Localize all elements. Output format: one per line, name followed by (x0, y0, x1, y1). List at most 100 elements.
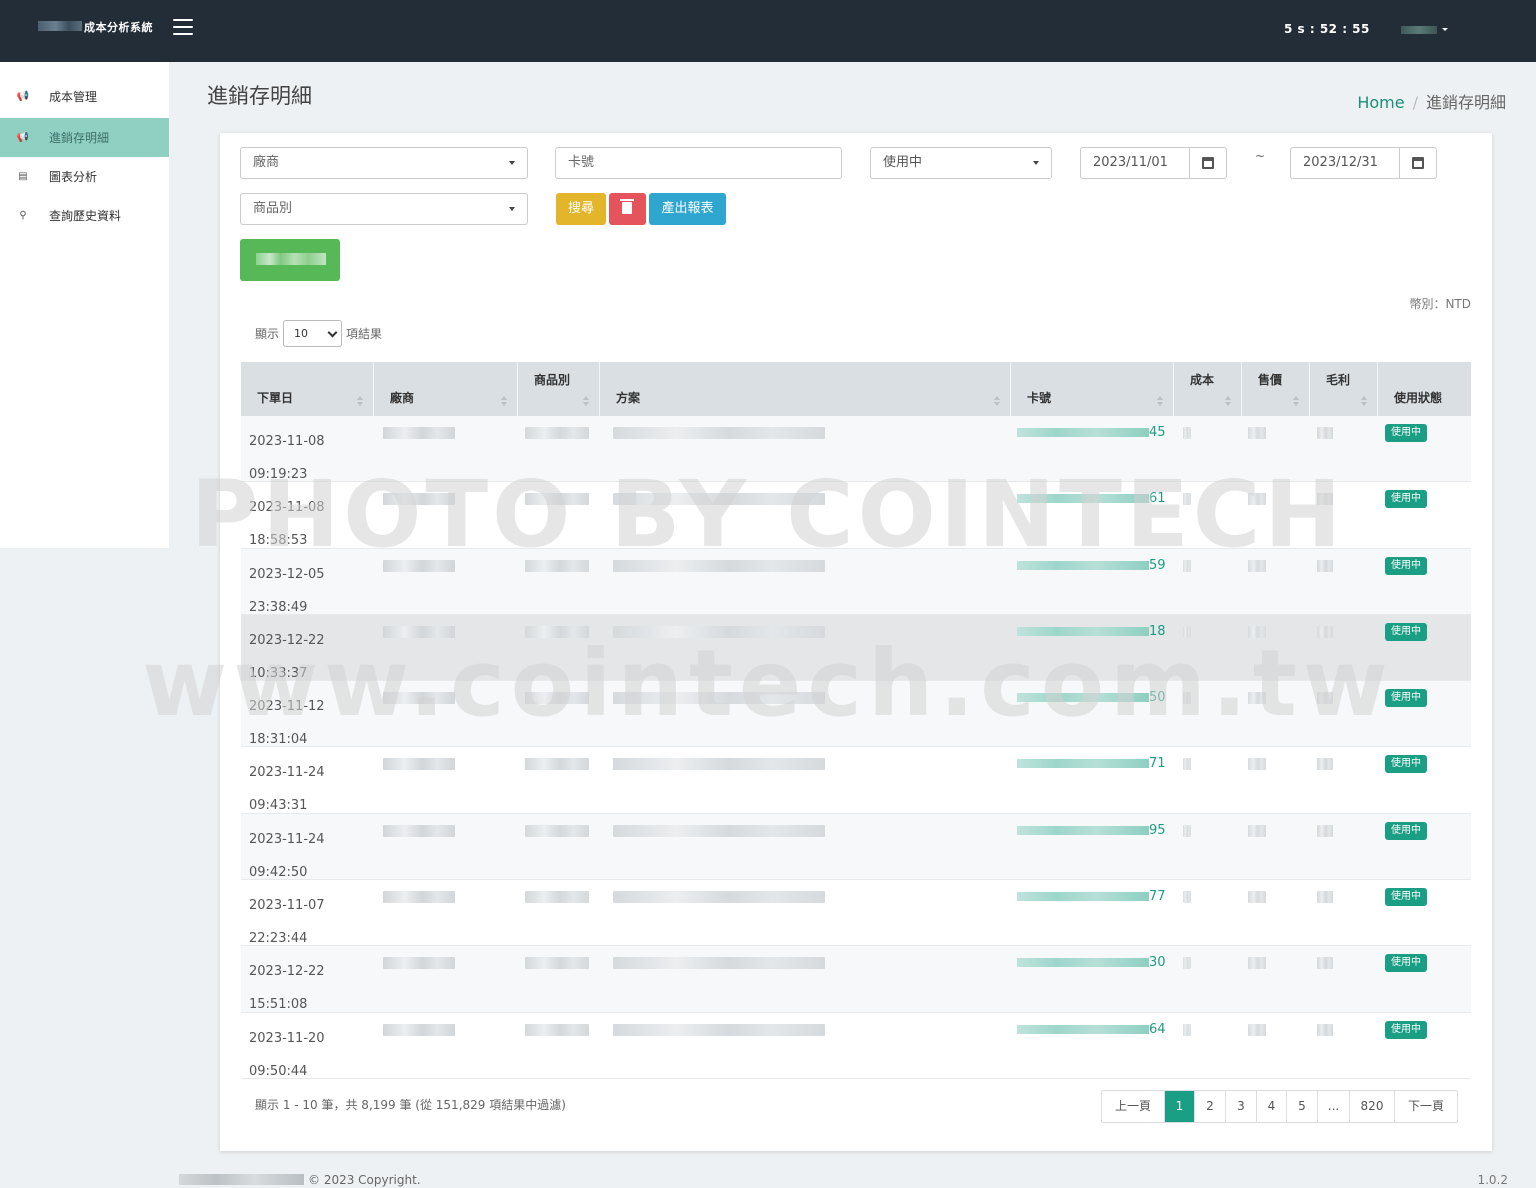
category-select[interactable]: 商品別 (240, 193, 528, 225)
vendor-cell-redacted (383, 891, 455, 904)
chevron-down-icon[interactable] (1442, 28, 1448, 31)
date-from-calendar-button[interactable] (1190, 147, 1227, 179)
clear-button[interactable] (609, 193, 646, 225)
card-number-link[interactable]: 61 (1149, 491, 1166, 506)
card-number-redacted[interactable] (1017, 759, 1149, 769)
order-date-day: 2023-11-12 (249, 699, 325, 715)
plan-cell-redacted (613, 891, 825, 904)
card-number-link[interactable]: 95 (1149, 823, 1166, 838)
search-button[interactable]: 搜尋 (556, 193, 606, 225)
pagination-prev[interactable]: 上一頁 (1102, 1091, 1165, 1122)
date-to-input[interactable]: 2023/12/31 (1290, 147, 1400, 179)
card-number-redacted[interactable] (1017, 693, 1149, 703)
calendar-icon (1202, 157, 1214, 169)
table-row: 2023-11-20 09:50:44 64 使用中 (241, 1013, 1471, 1079)
cost-cell-redacted (1183, 493, 1191, 506)
cost-cell-redacted (1183, 891, 1191, 904)
card-number-redacted[interactable] (1017, 494, 1149, 504)
card-number-redacted[interactable] (1017, 892, 1149, 902)
status-badge: 使用中 (1385, 556, 1427, 575)
breadcrumb-separator: / (1412, 93, 1418, 112)
column-header-cost[interactable]: 成本 (1174, 362, 1242, 416)
column-header-category[interactable]: 商品別 (518, 362, 600, 416)
pagination-page[interactable]: 820 (1350, 1091, 1395, 1122)
table-row: 2023-12-22 15:51:08 30 使用中 (241, 946, 1471, 1013)
export-report-button[interactable]: 產出報表 (649, 193, 726, 225)
card-number-redacted[interactable] (1017, 560, 1149, 570)
sort-icon (583, 396, 589, 406)
category-cell-redacted (525, 692, 589, 705)
table-row: 2023-12-05 23:38:49 59 使用中 (241, 548, 1471, 615)
column-header-vendor[interactable]: 廠商 (374, 362, 518, 416)
card-number-link[interactable]: 59 (1149, 558, 1166, 573)
pagination-page[interactable]: 2 (1195, 1091, 1226, 1122)
sidebar-item-label: 圖表分析 (49, 170, 98, 184)
brand-logo-redacted (38, 21, 82, 31)
sidebar-item-cost-management[interactable]: 📢 成本管理 (0, 77, 169, 116)
order-date-day: 2023-11-08 (249, 500, 325, 516)
sidebar-item-history[interactable]: ⚲ 查詢歷史資料 (0, 196, 169, 235)
sort-icon (501, 396, 507, 406)
pagination-next[interactable]: 下一頁 (1395, 1091, 1457, 1122)
pagination-page[interactable]: 5 (1287, 1091, 1318, 1122)
plan-cell-redacted (613, 559, 825, 572)
sidebar-item-chart-analysis[interactable]: ▤ 圖表分析 (0, 157, 169, 196)
column-header-price[interactable]: 售價 (1242, 362, 1310, 416)
sort-icon (1225, 396, 1231, 406)
card-number-redacted[interactable] (1017, 825, 1149, 835)
pagination-page[interactable]: 4 (1257, 1091, 1287, 1122)
card-number-link[interactable]: 45 (1149, 425, 1166, 440)
content-card: 廠商 卡號 使用中 2023/11/01 ~ 2023/12/31 商品別 搜尋… (220, 133, 1492, 1151)
column-header-order-date[interactable]: 下單日 (241, 362, 374, 416)
pagination-page[interactable]: 3 (1226, 1091, 1257, 1122)
column-header-profit[interactable]: 毛利 (1310, 362, 1378, 416)
card-number-input[interactable]: 卡號 (555, 147, 842, 179)
card-number-link[interactable]: 18 (1149, 624, 1166, 639)
card-number-link[interactable]: 30 (1149, 955, 1166, 970)
menu-toggle-icon[interactable] (173, 19, 193, 37)
vendor-select[interactable]: 廠商 (240, 147, 528, 179)
status-select[interactable]: 使用中 (870, 147, 1052, 179)
sidebar-item-label: 成本管理 (49, 90, 98, 104)
category-cell-redacted (525, 957, 589, 970)
price-cell-redacted (1248, 625, 1266, 638)
order-date: 2023-11-07 22:23:44 (249, 889, 325, 955)
vendor-cell-redacted (383, 427, 455, 439)
column-header-plan[interactable]: 方案 (600, 362, 1011, 416)
cost-cell-redacted (1183, 559, 1191, 572)
category-cell-redacted (525, 493, 589, 506)
card-number-link[interactable]: 64 (1149, 1022, 1166, 1037)
pagination-page[interactable]: 1 (1165, 1091, 1195, 1122)
card-number-link[interactable]: 77 (1149, 889, 1166, 904)
sidebar-item-inventory-detail[interactable]: 📢 進銷存明細 (0, 118, 169, 157)
pagination: 上一頁 1 2 3 4 5 ... 820 下一頁 (1101, 1090, 1458, 1123)
sidebar-item-label: 查詢歷史資料 (49, 209, 122, 223)
pagination-ellipsis: ... (1318, 1091, 1350, 1122)
megaphone-icon: 📢 (16, 132, 30, 143)
page-length-select[interactable]: 10 (283, 320, 343, 347)
date-from-input[interactable]: 2023/11/01 (1080, 147, 1190, 179)
table-row: 2023-11-12 18:31:04 50 使用中 (241, 681, 1471, 748)
column-header-card-number[interactable]: 卡號 (1011, 362, 1174, 416)
card-number-link[interactable]: 50 (1149, 690, 1166, 705)
plan-cell-redacted (613, 427, 825, 439)
status-badge: 使用中 (1385, 689, 1427, 708)
user-menu[interactable] (1401, 26, 1437, 34)
column-header-status[interactable]: 使用狀態 (1378, 362, 1471, 416)
plan-cell-redacted (613, 758, 825, 771)
card-number-redacted[interactable] (1017, 428, 1149, 437)
sort-icon (1157, 396, 1163, 406)
card-number-link[interactable]: 71 (1149, 756, 1166, 771)
date-to-calendar-button[interactable] (1400, 147, 1437, 179)
table-row: 2023-11-08 09:19:23 45 使用中 (241, 416, 1471, 483)
order-date-day: 2023-11-20 (249, 1030, 325, 1046)
card-number-redacted[interactable] (1017, 958, 1149, 968)
cost-cell-redacted (1183, 957, 1191, 970)
order-date: 2023-12-22 15:51:08 (249, 955, 325, 1021)
add-record-button[interactable] (240, 239, 340, 281)
card-number-redacted[interactable] (1017, 1024, 1149, 1034)
category-cell-redacted (525, 427, 589, 439)
breadcrumb: Home / 進銷存明細 (1357, 89, 1506, 113)
breadcrumb-home-link[interactable]: Home (1357, 93, 1404, 112)
card-number-redacted[interactable] (1017, 626, 1149, 636)
